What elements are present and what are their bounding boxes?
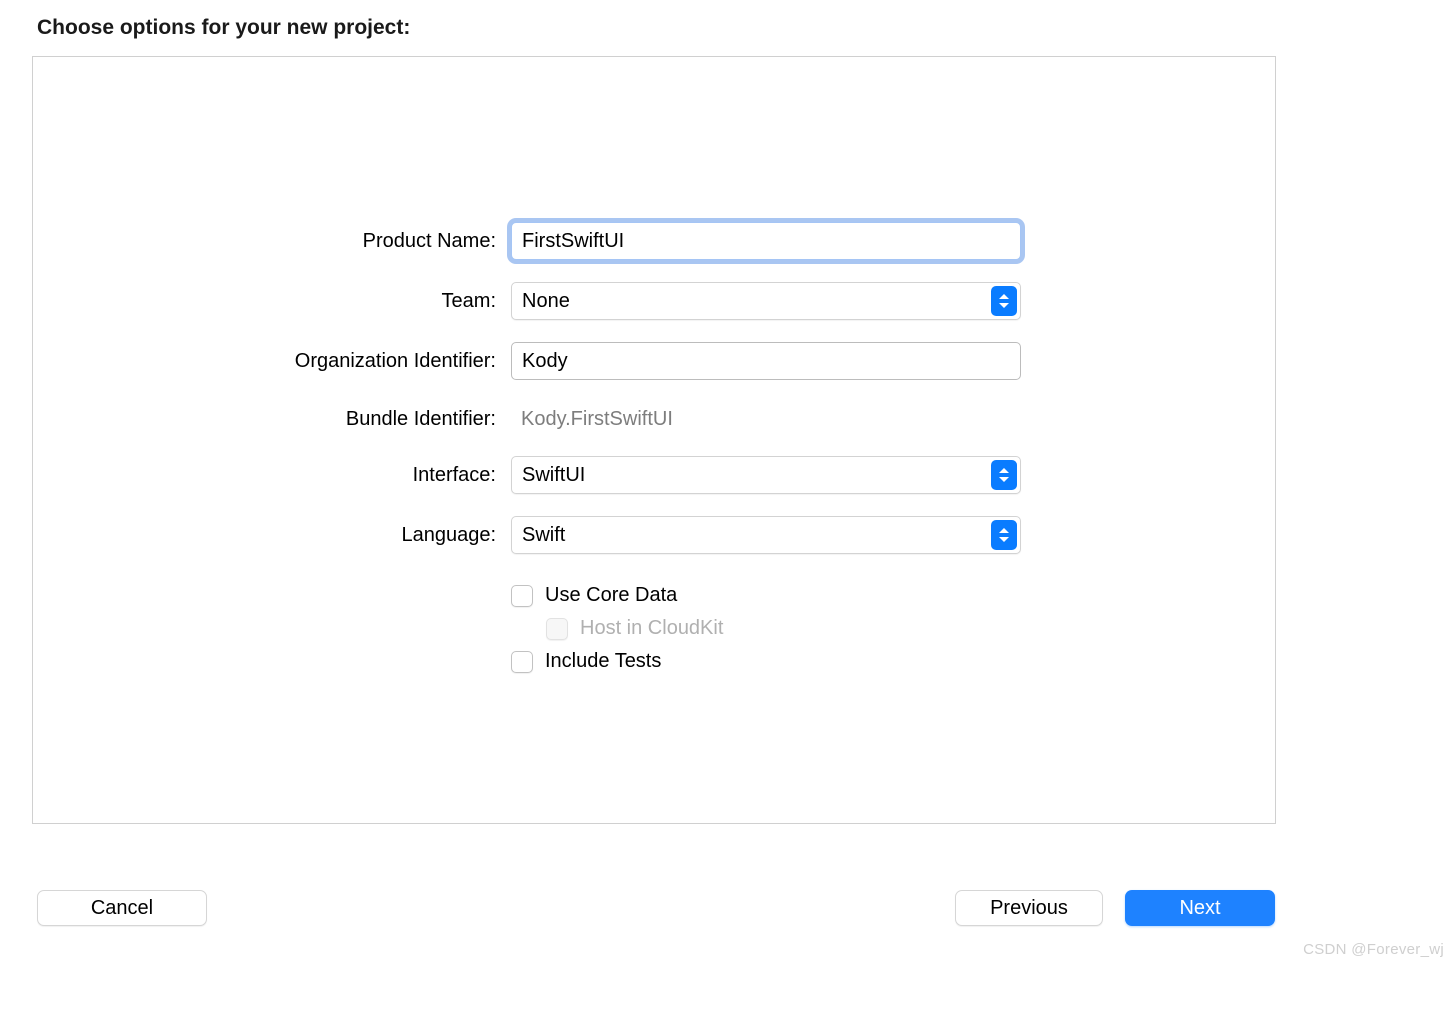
chevron-up-icon — [999, 528, 1009, 533]
use-core-data-row: Use Core Data — [33, 584, 1275, 607]
include-tests-checkbox[interactable] — [511, 651, 533, 673]
chevron-up-icon — [999, 468, 1009, 473]
page-title: Choose options for your new project: — [37, 16, 410, 40]
product-name-row: Product Name: — [33, 222, 1275, 260]
previous-button[interactable]: Previous — [955, 890, 1103, 926]
chevron-down-icon — [999, 477, 1009, 482]
use-core-data-label: Use Core Data — [545, 584, 677, 607]
bundle-identifier-label: Bundle Identifier: — [33, 408, 511, 431]
organization-identifier-label: Organization Identifier: — [33, 350, 511, 373]
host-in-cloudkit-row: Host in CloudKit — [33, 617, 1275, 640]
footer: Cancel Previous Next — [37, 890, 1275, 926]
language-row: Language: Swift — [33, 516, 1275, 554]
dropdown-button-icon — [991, 520, 1017, 550]
include-tests-label: Include Tests — [545, 650, 661, 673]
language-dropdown[interactable]: Swift — [511, 516, 1021, 554]
cancel-button[interactable]: Cancel — [37, 890, 207, 926]
team-row: Team: None — [33, 282, 1275, 320]
options-panel: Product Name: Team: None Organization Id… — [32, 56, 1276, 824]
interface-dropdown[interactable]: SwiftUI — [511, 456, 1021, 494]
options-form: Product Name: Team: None Organization Id… — [33, 222, 1275, 683]
chevron-down-icon — [999, 303, 1009, 308]
interface-label: Interface: — [33, 464, 511, 487]
chevron-down-icon — [999, 537, 1009, 542]
team-label: Team: — [33, 290, 511, 313]
interface-dropdown-value: SwiftUI — [522, 464, 1010, 487]
dropdown-button-icon — [991, 460, 1017, 490]
include-tests-row: Include Tests — [33, 650, 1275, 673]
language-label: Language: — [33, 524, 511, 547]
interface-row: Interface: SwiftUI — [33, 456, 1275, 494]
bundle-identifier-row: Bundle Identifier: Kody.FirstSwiftUI — [33, 400, 1275, 438]
bundle-identifier-value: Kody.FirstSwiftUI — [511, 400, 1041, 438]
product-name-label: Product Name: — [33, 230, 511, 253]
use-core-data-checkbox[interactable] — [511, 585, 533, 607]
host-in-cloudkit-label: Host in CloudKit — [580, 617, 723, 640]
dropdown-button-icon — [991, 286, 1017, 316]
organization-identifier-row: Organization Identifier: — [33, 342, 1275, 380]
next-button[interactable]: Next — [1125, 890, 1275, 926]
team-dropdown-value: None — [522, 290, 1010, 313]
product-name-input[interactable] — [511, 222, 1021, 260]
team-dropdown[interactable]: None — [511, 282, 1021, 320]
organization-identifier-input[interactable] — [511, 342, 1021, 380]
chevron-up-icon — [999, 294, 1009, 299]
language-dropdown-value: Swift — [522, 524, 1010, 547]
watermark: CSDN @Forever_wj — [1303, 941, 1444, 958]
host-in-cloudkit-checkbox — [546, 618, 568, 640]
footer-right: Previous Next — [955, 890, 1275, 926]
